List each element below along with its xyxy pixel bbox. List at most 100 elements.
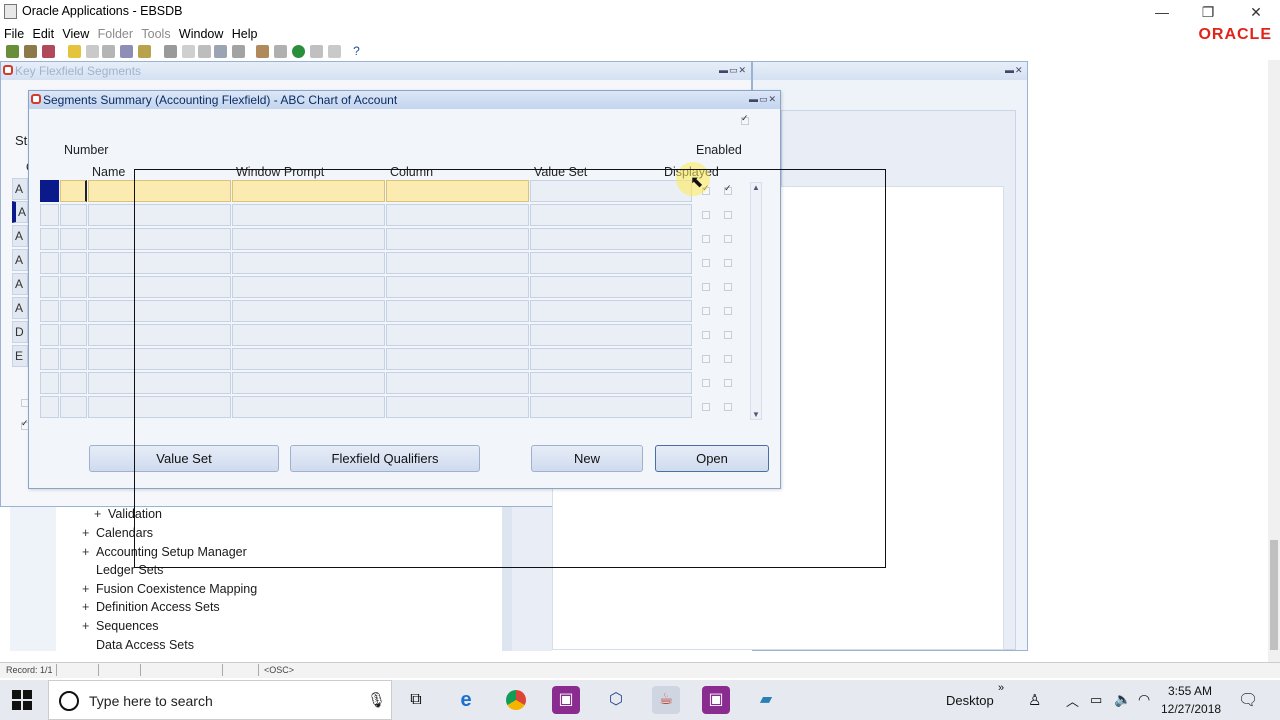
tree-item-sequences[interactable]: + Sequences (82, 619, 159, 633)
windows-start-icon[interactable] (12, 690, 32, 710)
task-view-icon[interactable]: ⧉ (402, 686, 430, 714)
virtualbox-icon[interactable]: ⬡ (602, 686, 630, 714)
help-icon[interactable]: ? (350, 45, 363, 58)
indicator-cell[interactable] (40, 300, 59, 322)
column-cell[interactable] (386, 252, 529, 274)
clock-date[interactable]: 12/27/2018 (1161, 702, 1221, 716)
expand-icon[interactable]: + (94, 507, 108, 521)
navigator-scrollbar[interactable] (502, 507, 512, 651)
indicator-cell[interactable] (40, 348, 59, 370)
back-window-row-5[interactable]: A (12, 273, 28, 295)
paste-icon[interactable] (198, 45, 211, 58)
scroll-up-icon[interactable]: ▲ (752, 183, 760, 192)
name-cell[interactable] (88, 204, 231, 226)
value-set-cell[interactable] (530, 300, 692, 322)
indicator-cell[interactable] (40, 396, 59, 418)
tree-item-definition-access-sets[interactable]: + Definition Access Sets (82, 600, 220, 614)
column-cell[interactable] (386, 276, 529, 298)
displayed-checkbox[interactable] (702, 379, 710, 387)
value-set-cell[interactable] (530, 324, 692, 346)
expand-icon[interactable]: + (82, 545, 96, 559)
enabled-checkbox[interactable] (724, 307, 732, 315)
name-cell[interactable] (88, 300, 231, 322)
displayed-checkbox[interactable] (702, 403, 710, 411)
java-app-taskbar-icon[interactable]: ☕ (652, 686, 680, 714)
name-cell[interactable] (88, 372, 231, 394)
window-prompt-cell[interactable] (232, 252, 385, 274)
table-row[interactable] (40, 276, 750, 298)
column-cell[interactable] (386, 300, 529, 322)
menu-folder[interactable]: Folder (98, 24, 133, 44)
indicator-cell[interactable] (40, 228, 59, 250)
number-cell[interactable] (60, 396, 87, 418)
name-cell[interactable] (88, 324, 231, 346)
table-row[interactable] (40, 180, 750, 202)
tree-item-accounting-setup-manager[interactable]: + Accounting Setup Manager (82, 545, 247, 559)
dialog-enabled-flag-checkbox[interactable] (741, 113, 749, 125)
column-cell[interactable] (386, 324, 529, 346)
desktop-toolbar-label[interactable]: Desktop (946, 693, 994, 708)
zoom-icon[interactable] (274, 45, 287, 58)
indicator-cell[interactable] (40, 252, 59, 274)
name-cell[interactable] (88, 348, 231, 370)
notifications-icon[interactable]: 🗨 (1238, 690, 1258, 710)
close-form-icon[interactable] (120, 45, 133, 58)
column-cell[interactable] (386, 396, 529, 418)
enabled-checkbox[interactable] (724, 379, 732, 387)
indicator-cell[interactable] (40, 276, 59, 298)
navigator-icon[interactable] (42, 45, 55, 58)
network-icon[interactable]: ◠ (1138, 691, 1150, 708)
scroll-down-icon[interactable]: ▼ (752, 410, 760, 419)
displayed-checkbox[interactable] (702, 283, 710, 291)
cortana-icon[interactable] (59, 691, 79, 711)
right-window-controls-icon[interactable]: ▬✕ (1005, 65, 1024, 76)
expand-icon[interactable]: + (82, 619, 96, 633)
enabled-checkbox[interactable] (724, 235, 732, 243)
displayed-checkbox[interactable] (702, 235, 710, 243)
number-cell[interactable] (60, 276, 87, 298)
battery-icon[interactable]: ▭ (1090, 692, 1102, 708)
displayed-checkbox[interactable] (702, 211, 710, 219)
displayed-checkbox[interactable] (702, 331, 710, 339)
restore-icon[interactable]: ❐ (1198, 2, 1218, 22)
edge-browser-icon[interactable]: e (452, 686, 480, 714)
column-cell[interactable] (386, 204, 529, 226)
name-cell[interactable] (88, 180, 231, 202)
expand-icon[interactable]: + (82, 600, 96, 614)
window-prompt-cell[interactable] (232, 228, 385, 250)
tree-item-ledger-sets[interactable]: Ledger Sets (82, 563, 163, 577)
tree-item-data-access-sets[interactable]: Data Access Sets (82, 638, 194, 652)
open-button[interactable]: Open (655, 445, 769, 472)
back-window-row-6[interactable]: A (12, 297, 28, 319)
enabled-checkbox[interactable] (724, 211, 732, 219)
window-prompt-cell[interactable] (232, 300, 385, 322)
outer-scrollbar[interactable] (1268, 60, 1280, 662)
value-set-cell[interactable] (530, 204, 692, 226)
edit-field-icon[interactable] (256, 45, 269, 58)
tree-item-validation[interactable]: + Validation (94, 507, 162, 521)
enabled-checkbox[interactable] (724, 283, 732, 291)
window-prompt-cell[interactable] (232, 180, 385, 202)
expand-icon[interactable]: + (82, 582, 96, 596)
displayed-checkbox[interactable] (702, 259, 710, 267)
menu-help[interactable]: Help (232, 24, 258, 44)
name-cell[interactable] (88, 396, 231, 418)
window-prompt-cell[interactable] (232, 204, 385, 226)
clock-time[interactable]: 3:55 AM (1168, 684, 1212, 698)
value-set-cell[interactable] (530, 276, 692, 298)
displayed-checkbox[interactable] (702, 355, 710, 363)
back-window-controls-icon[interactable]: ▬▭✕ (719, 65, 747, 76)
copy-icon[interactable] (182, 45, 195, 58)
column-cell[interactable] (386, 180, 529, 202)
tree-item-calendars[interactable]: + Calendars (82, 526, 153, 540)
menu-view[interactable]: View (62, 24, 89, 44)
back-window-row-4[interactable]: A (12, 249, 28, 271)
number-cell[interactable] (60, 180, 87, 202)
table-row[interactable] (40, 372, 750, 394)
window-prompt-cell[interactable] (232, 276, 385, 298)
expand-icon[interactable]: + (82, 526, 96, 540)
menu-window[interactable]: Window (179, 24, 223, 44)
value-set-cell[interactable] (530, 252, 692, 274)
value-set-cell[interactable] (530, 348, 692, 370)
back-window-row-8[interactable]: E (12, 345, 28, 367)
